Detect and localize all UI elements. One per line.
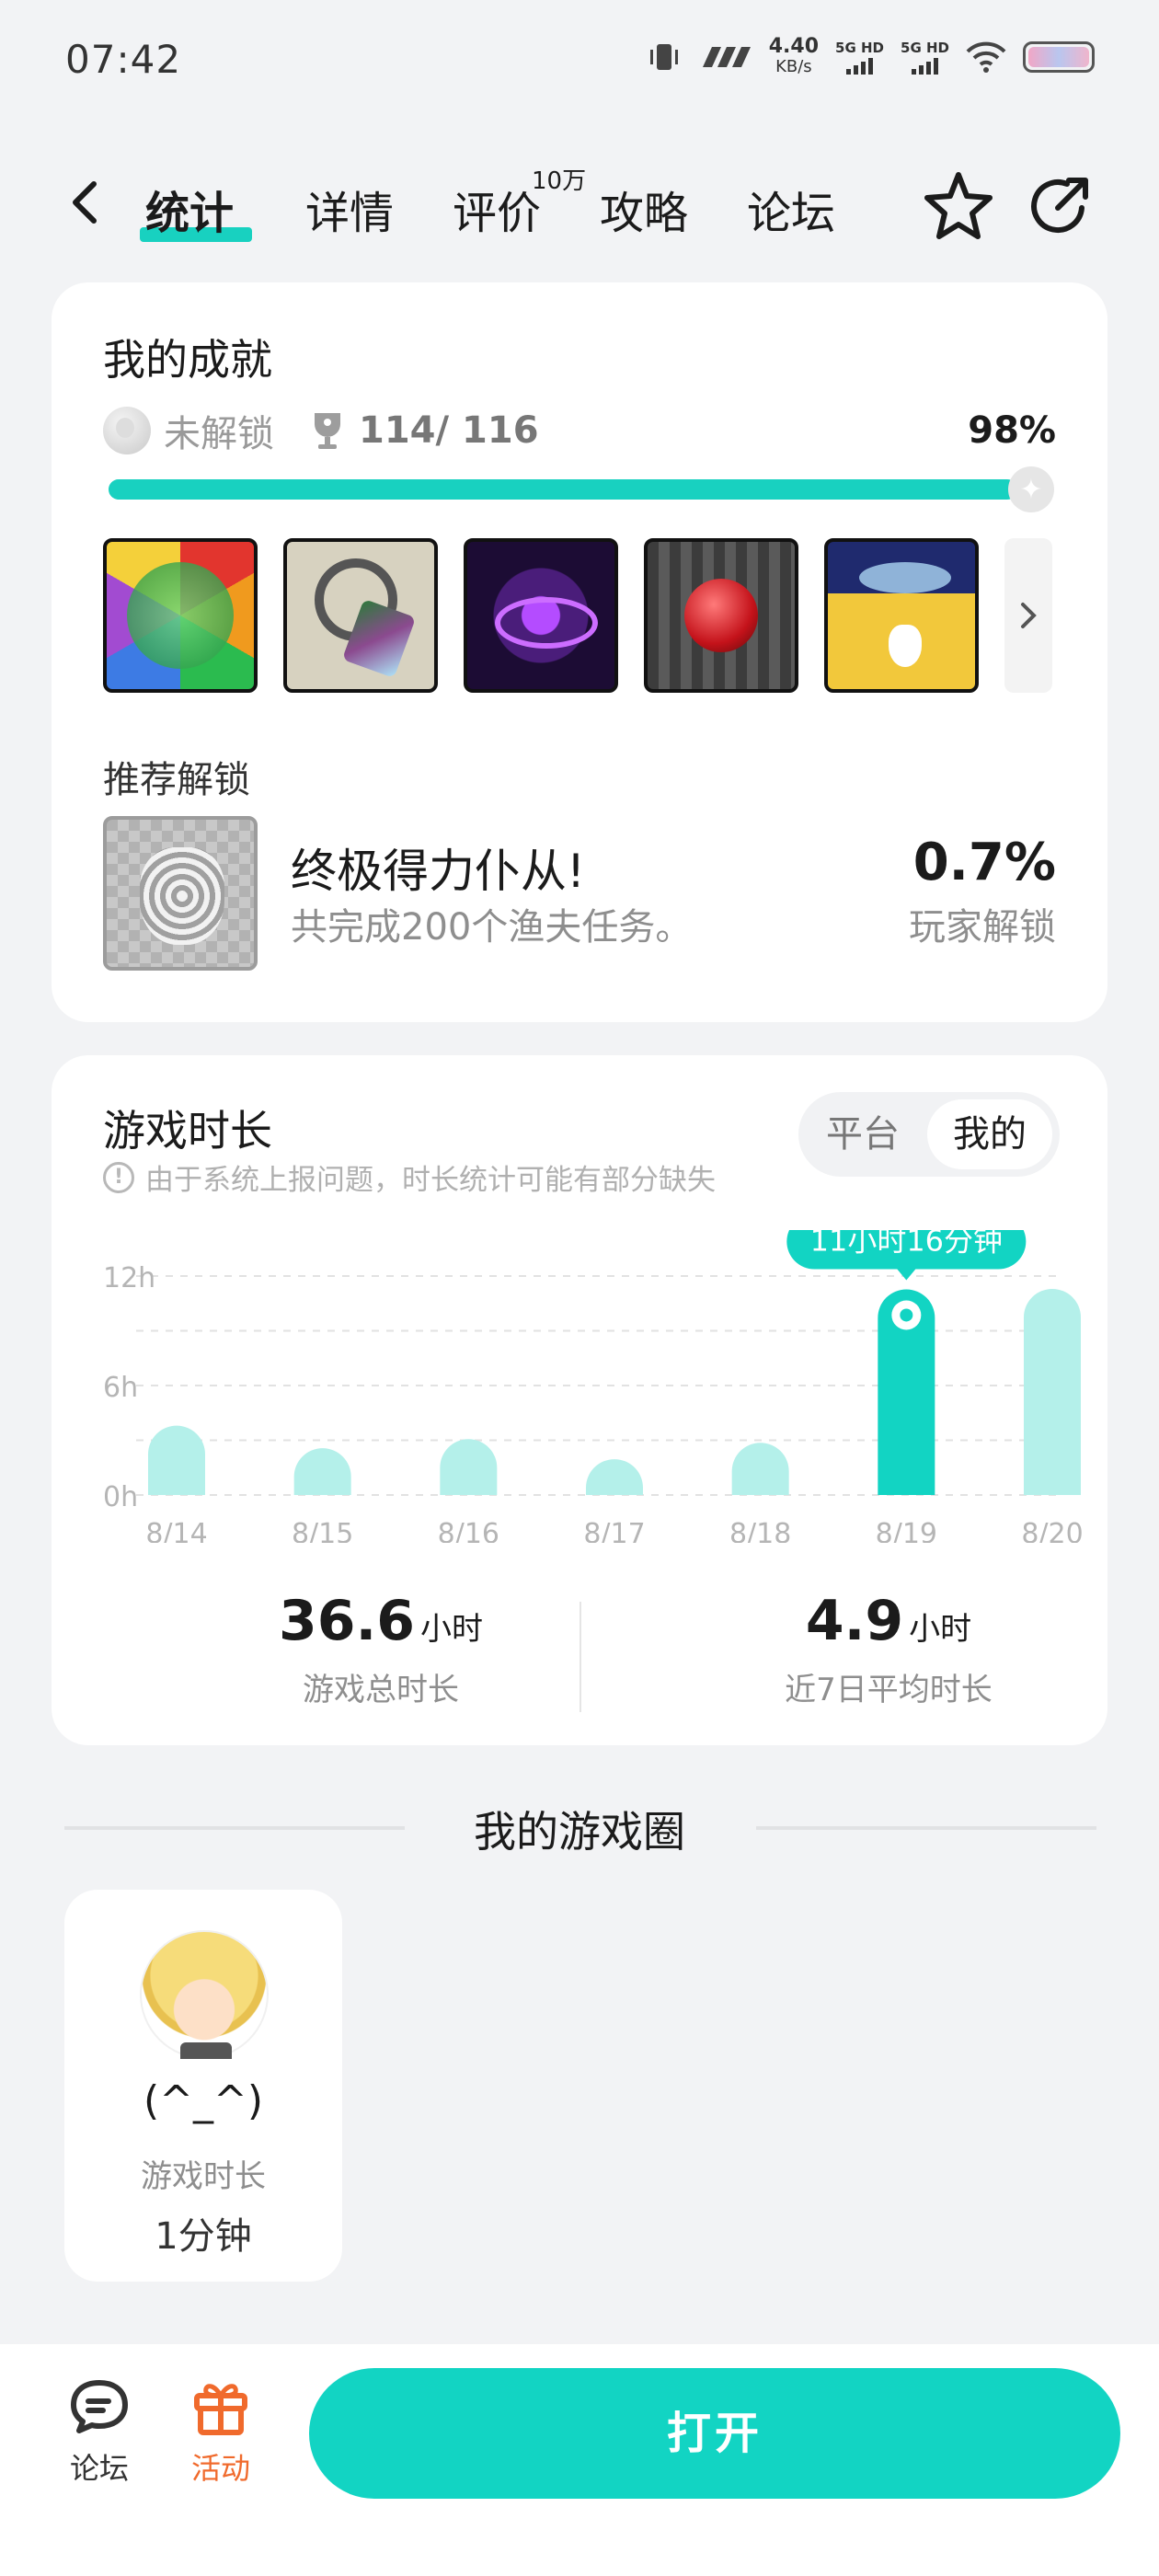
bottom-forum-label: 论坛 bbox=[69, 2451, 129, 2486]
vibrate-icon bbox=[649, 44, 678, 70]
sparkle-icon: ✦ bbox=[1008, 466, 1054, 512]
average-playtime-unit: 小时 bbox=[909, 1611, 972, 1648]
achievement-badge[interactable] bbox=[283, 538, 438, 693]
chart-bar bbox=[1024, 1288, 1081, 1495]
achievement-summary: 未解锁 114/ 116 bbox=[103, 404, 539, 457]
chart-x-tick-label: 8/18 bbox=[729, 1518, 791, 1543]
chart-x-tick-label: 8/14 bbox=[145, 1518, 207, 1543]
chart-y-tick-label: 6h bbox=[103, 1372, 138, 1404]
friend-card[interactable]: (^_^) 游戏时长 1分钟 bbox=[64, 1890, 342, 2282]
tab-details[interactable]: 详情 bbox=[305, 177, 394, 241]
tab-guides[interactable]: 攻略 bbox=[600, 177, 688, 241]
chart-x-tick-label: 8/17 bbox=[583, 1518, 645, 1543]
status-time: 07:42 bbox=[65, 37, 182, 82]
tab-stats[interactable]: 统计 bbox=[145, 177, 234, 241]
achievement-badge[interactable] bbox=[824, 538, 979, 693]
status-icons: 4.40 KB/s 5G HD 5G HD bbox=[646, 37, 1095, 77]
bottom-activity-label: 活动 bbox=[190, 2451, 250, 2486]
bottom-activity-button[interactable]: 活动 bbox=[175, 2377, 267, 2488]
back-arrow-icon[interactable] bbox=[61, 177, 112, 228]
trophy-icon bbox=[315, 413, 340, 449]
playtime-note: ! 由于系统上报问题，时长统计可能有部分缺失 bbox=[103, 1156, 716, 1198]
chevron-right-icon bbox=[1021, 603, 1037, 628]
total-playtime-value: 36.6 bbox=[278, 1589, 416, 1653]
achievement-badge[interactable] bbox=[103, 538, 258, 693]
recommended-achievement-percent: 0.7% bbox=[912, 833, 1056, 892]
chart-tooltip-pointer bbox=[897, 1269, 916, 1281]
achievement-count: 114/ 116 bbox=[359, 409, 539, 452]
achievement-progress-bar bbox=[109, 479, 1036, 500]
friend-playtime-value: 1分钟 bbox=[155, 2215, 252, 2258]
chart-x-tick-label: 8/19 bbox=[876, 1518, 937, 1543]
net-speed: 4.40 KB/s bbox=[768, 35, 820, 77]
locked-label: 未解锁 bbox=[164, 413, 274, 455]
toggle-mine[interactable]: 我的 bbox=[927, 1099, 1052, 1169]
chart-x-tick-label: 8/20 bbox=[1021, 1518, 1083, 1543]
recommended-achievement-name: 终极得力仆从! bbox=[291, 845, 586, 898]
chart-y-tick-label: 12h bbox=[103, 1262, 155, 1294]
chart-y-tick-label: 0h bbox=[103, 1481, 138, 1513]
chart-tooltip-text: 11小时16分钟 bbox=[810, 1230, 1003, 1258]
status-bar: 07:42 4.40 KB/s 5G HD 5G HD bbox=[0, 0, 1159, 124]
tab-reviews[interactable]: 评价 bbox=[453, 177, 541, 241]
recommended-achievement-description: 共完成200个渔夫任务。 bbox=[291, 906, 693, 949]
chart-highlight-marker-dot bbox=[900, 1308, 913, 1322]
achievement-percent: 98% bbox=[968, 409, 1056, 452]
playtime-note-text: 由于系统上报问题，时长统计可能有部分缺失 bbox=[145, 1164, 716, 1197]
playtime-source-toggle: 平台 我的 bbox=[798, 1092, 1060, 1177]
achievement-badge[interactable] bbox=[644, 538, 798, 693]
playtime-card: 游戏时长 平台 我的 ! 由于系统上报问题，时长统计可能有部分缺失 12h 6h 0… bbox=[52, 1055, 1107, 1745]
friend-name: (^_^) bbox=[143, 2077, 264, 2124]
bottom-forum-button[interactable]: 论坛 bbox=[53, 2377, 145, 2488]
average-playtime-label: 近7日平均时长 bbox=[785, 1672, 993, 1708]
sim2-signal-icon: 5G HD bbox=[901, 40, 949, 75]
achievement-progress-fill bbox=[109, 479, 1017, 500]
avatar[interactable] bbox=[140, 1930, 269, 2059]
stats-divider bbox=[580, 1602, 581, 1712]
playtime-chart: 12h 6h 0h 8/14 8/15 8/16 8/17 8/18 8/19 11小时16分钟 8… bbox=[103, 1230, 1084, 1543]
star-icon[interactable] bbox=[920, 167, 997, 245]
top-nav: 统计 详情 评价 10万 攻略 论坛 bbox=[0, 156, 1159, 258]
sim1-signal-icon: 5G HD bbox=[835, 40, 884, 75]
average-playtime: 4.9 小时 近7日平均时长 bbox=[705, 1589, 1073, 1709]
achievements-card[interactable]: 我的成就 未解锁 114/ 116 98% ✦ 推荐解锁 终极得力仆从! 共完成… bbox=[52, 282, 1107, 1022]
forum-chat-icon bbox=[71, 2380, 128, 2433]
share-icon[interactable] bbox=[1025, 171, 1095, 241]
playtime-title: 游戏时长 bbox=[103, 1106, 272, 1156]
friend-playtime-label: 游戏时长 bbox=[141, 2158, 266, 2195]
chart-bar bbox=[293, 1448, 351, 1495]
chart-bar bbox=[440, 1439, 498, 1495]
divider-right bbox=[756, 1826, 1096, 1830]
signal-brand-icon bbox=[702, 47, 751, 67]
chart-bar bbox=[586, 1459, 643, 1495]
chart-bar bbox=[731, 1443, 789, 1495]
bottom-bar: 论坛 活动 打开 bbox=[0, 2344, 1159, 2576]
more-achievements-button[interactable] bbox=[1004, 538, 1052, 693]
tab-forum[interactable]: 论坛 bbox=[747, 177, 835, 241]
battery-icon bbox=[1023, 41, 1095, 73]
chart-x-tick-label: 8/15 bbox=[292, 1518, 353, 1543]
open-game-button[interactable]: 打开 bbox=[309, 2368, 1120, 2499]
review-count-badge: 10万 bbox=[532, 167, 587, 195]
total-playtime-label: 游戏总时长 bbox=[303, 1672, 459, 1708]
chart-x-tick-label: 8/16 bbox=[438, 1518, 499, 1543]
achievement-badge[interactable] bbox=[464, 538, 618, 693]
achievements-title: 我的成就 bbox=[103, 335, 272, 385]
total-playtime-unit: 小时 bbox=[420, 1611, 484, 1648]
average-playtime-value: 4.9 bbox=[805, 1589, 904, 1653]
achievement-badges bbox=[103, 538, 979, 693]
chart-bar bbox=[148, 1425, 205, 1495]
wifi-icon bbox=[966, 41, 1006, 73]
gift-icon bbox=[194, 2384, 247, 2435]
info-icon: ! bbox=[103, 1161, 134, 1193]
toggle-platform[interactable]: 平台 bbox=[808, 1099, 918, 1169]
total-playtime: 36.6 小时 游戏总时长 bbox=[197, 1589, 565, 1709]
recommended-achievement-percent-label: 玩家解锁 bbox=[909, 906, 1056, 949]
recommend-title: 推荐解锁 bbox=[103, 759, 250, 801]
recommended-achievement-icon[interactable] bbox=[103, 816, 258, 971]
locked-achievement-icon bbox=[103, 407, 151, 454]
